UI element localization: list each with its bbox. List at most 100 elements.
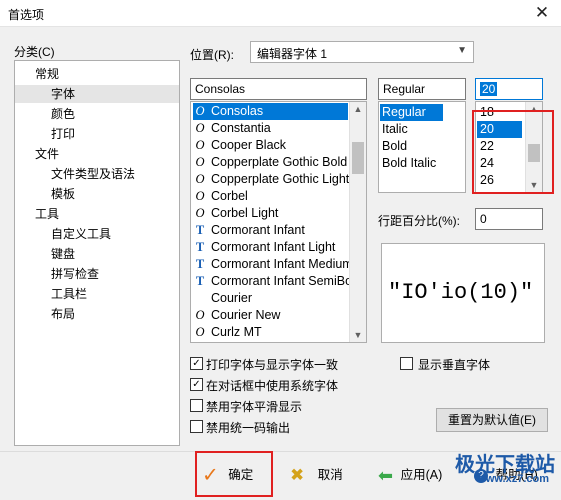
option-label: 在对话框中使用系统字体 <box>206 379 339 393</box>
ok-label: 确定 <box>228 468 254 482</box>
tree-item[interactable]: 文件类型及语法 <box>51 165 135 183</box>
position-label: 位置(R): <box>190 48 234 62</box>
scroll-thumb[interactable] <box>352 142 364 174</box>
tree-item[interactable]: 模板 <box>51 185 75 203</box>
apply-button[interactable]: ⬅ 应用(A) <box>378 462 442 488</box>
font-list-item[interactable]: O Copperplate Gothic Bold <box>193 154 348 171</box>
font-list-item[interactable]: Courier <box>193 290 348 307</box>
font-name: Cormorant Infant SemiBold <box>211 274 362 288</box>
font-list-item[interactable]: T Cormorant Infant SemiBold <box>193 273 362 290</box>
ok-button[interactable]: ✓ 确定 <box>202 462 253 488</box>
font-name: Consolas <box>211 104 264 118</box>
font-name: Corbel Light <box>211 206 279 220</box>
tree-item[interactable]: 拼写检查 <box>51 265 99 283</box>
font-name: Constantia <box>211 121 271 135</box>
tree-item[interactable]: 键盘 <box>51 245 75 263</box>
font-name: Copperplate Gothic Bold <box>211 155 348 169</box>
font-name: DejaVu Math TeX Gyre <box>211 342 338 343</box>
tree-item[interactable]: 布局 <box>51 305 75 323</box>
font-name-input[interactable]: Consolas <box>190 78 367 100</box>
cancel-button[interactable]: ✖ 取消 <box>290 462 343 488</box>
tree-item[interactable]: 工具 <box>35 205 59 223</box>
style-list-item[interactable]: Bold Italic <box>380 155 443 172</box>
font-style-input[interactable]: Regular <box>378 78 466 100</box>
opentype-icon: O <box>195 206 205 220</box>
font-list-item[interactable]: O Copperplate Gothic Light <box>193 171 349 188</box>
apply-arrow-icon: ⬅ <box>378 465 394 486</box>
tree-item[interactable]: 文件 <box>35 145 59 163</box>
font-list-item[interactable]: O Consolas <box>193 103 348 120</box>
font-preview: "IO'io(10)" <box>381 243 545 343</box>
font-list-item[interactable]: T DejaVu Math TeX Gyre <box>193 341 348 343</box>
font-list-item[interactable]: T Cormorant Infant Light <box>193 239 348 256</box>
tree-item[interactable]: 自定义工具 <box>51 225 111 243</box>
option-checkbox[interactable] <box>190 399 203 412</box>
category-label: 分类(C) <box>14 45 55 59</box>
tree-item[interactable]: 常规 <box>35 65 59 83</box>
font-list-scrollbar[interactable]: ▲ ▼ <box>349 102 366 342</box>
position-value: 编辑器字体 1 <box>257 47 328 61</box>
preview-text: "IO'io(10)" <box>388 280 534 305</box>
font-name: Courier New <box>211 308 281 322</box>
reset-default-button[interactable]: 重置为默认值(E) <box>436 408 548 432</box>
font-name: Cormorant Infant Medium <box>211 257 353 271</box>
opentype-icon: O <box>195 189 205 203</box>
tree-item[interactable]: 颜色 <box>51 105 75 123</box>
option-checkbox[interactable] <box>190 420 203 433</box>
checkmark-icon: ✓ <box>202 464 219 487</box>
opentype-icon: O <box>195 138 205 152</box>
close-icon[interactable]: ✕ <box>531 2 553 24</box>
scroll-up-icon[interactable]: ▲ <box>350 102 366 116</box>
font-list[interactable]: O Consolas O Constantia O Cooper Black O Copper… <box>190 101 367 343</box>
style-list-item[interactable]: Regular <box>380 104 443 121</box>
option-checkbox[interactable]: ✓ <box>190 357 203 370</box>
style-list-item[interactable]: Italic <box>380 121 443 138</box>
tree-item[interactable]: 打印 <box>51 125 75 143</box>
font-list-item[interactable]: O Corbel Light <box>193 205 348 222</box>
truetype-icon: T <box>195 257 205 271</box>
font-name: Cormorant Infant <box>211 223 305 237</box>
font-list-item[interactable]: O Courier New <box>193 307 348 324</box>
tree-item[interactable]: 字体 <box>15 85 179 103</box>
font-list-item[interactable]: O Corbel <box>193 188 348 205</box>
line-spacing-input[interactable]: 0 <box>475 208 543 230</box>
cancel-label: 取消 <box>317 468 343 482</box>
style-list-item[interactable]: Bold <box>380 138 443 155</box>
opentype-icon: O <box>195 121 205 135</box>
truetype-icon: T <box>195 274 205 288</box>
font-name: Curlz MT <box>211 325 262 339</box>
truetype-icon: T <box>195 240 205 254</box>
tree-item[interactable]: 工具栏 <box>51 285 87 303</box>
chevron-down-icon: ▼ <box>457 45 467 56</box>
font-name-value: Consolas <box>195 82 246 96</box>
truetype-icon: T <box>195 223 205 237</box>
font-list-item[interactable]: T Cormorant Infant Medium <box>193 256 353 273</box>
cancel-icon: ✖ <box>290 465 305 485</box>
font-list-item[interactable]: O Constantia <box>193 120 348 137</box>
font-style-list[interactable]: Regular Italic Bold Bold Italic <box>378 101 466 193</box>
font-size-input[interactable]: 20 <box>475 78 543 100</box>
font-list-item[interactable]: O Cooper Black <box>193 137 348 154</box>
vertical-font-checkbox[interactable] <box>400 357 413 370</box>
vertical-font-label: 显示垂直字体 <box>418 358 491 372</box>
position-dropdown[interactable]: 编辑器字体 1 ▼ <box>250 41 474 63</box>
font-name: Corbel <box>211 189 248 203</box>
font-name: Cooper Black <box>211 138 287 152</box>
watermark-url: www.xz7.com <box>477 473 549 485</box>
font-name: Cormorant Infant Light <box>211 240 336 254</box>
option-checkbox[interactable]: ✓ <box>190 378 203 391</box>
opentype-icon: O <box>195 172 205 186</box>
truetype-icon: T <box>193 341 207 342</box>
font-name: Courier <box>211 291 252 305</box>
font-list-item[interactable]: T Cormorant Infant <box>193 222 348 239</box>
line-spacing-value: 0 <box>480 212 487 226</box>
option-label: 打印字体与显示字体一致 <box>206 358 339 372</box>
font-size-value: 20 <box>480 82 498 96</box>
font-list-item[interactable]: O Curlz MT <box>193 324 348 341</box>
apply-label: 应用(A) <box>400 468 443 482</box>
scroll-down-icon[interactable]: ▼ <box>350 328 366 342</box>
window-title: 首选项 <box>8 8 45 22</box>
option-label: 禁用字体平滑显示 <box>206 400 303 414</box>
opentype-icon: O <box>195 155 205 169</box>
category-tree[interactable]: 常规字体颜色打印文件文件类型及语法 模板工具自定义工具键盘拼写检查工具栏布局 <box>14 60 180 446</box>
